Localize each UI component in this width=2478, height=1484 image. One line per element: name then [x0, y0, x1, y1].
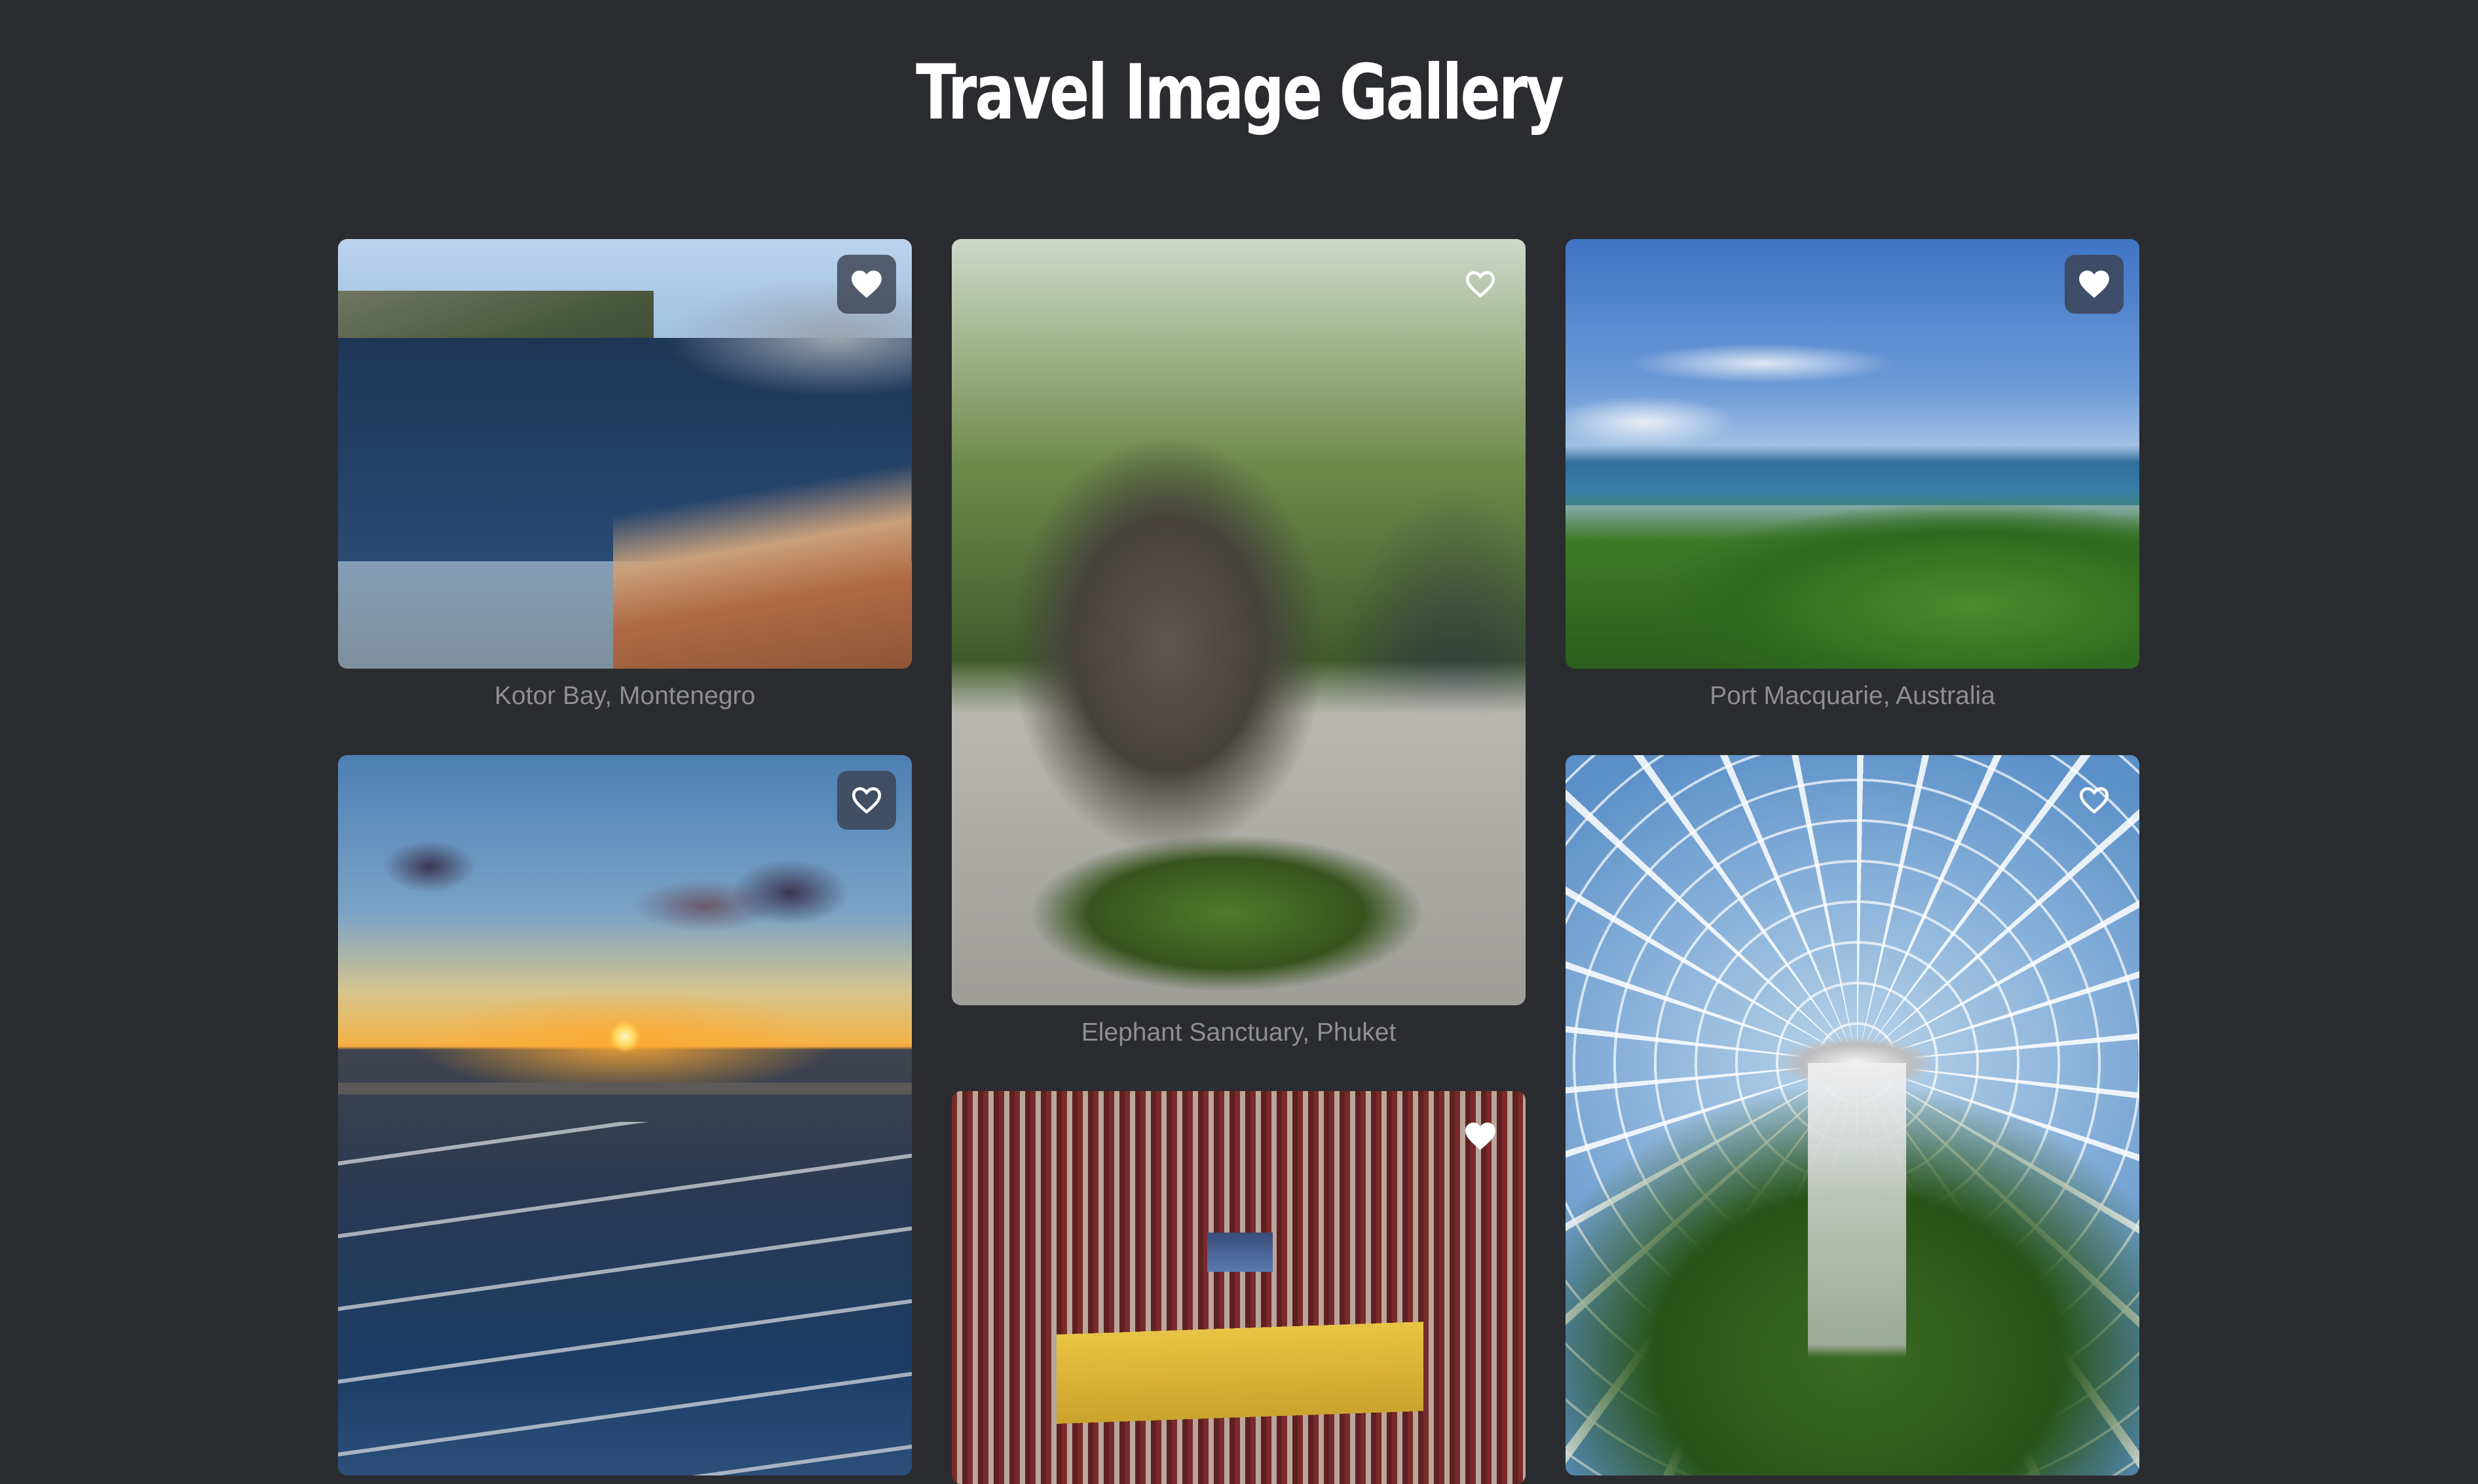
favorite-button[interactable] — [1451, 255, 1510, 314]
heart-outline-icon — [1465, 270, 1495, 297]
gallery-card-arena[interactable] — [952, 1091, 1526, 1484]
gallery-card-waterfall[interactable] — [1566, 755, 2139, 1475]
heart-filled-icon — [1465, 1122, 1495, 1150]
gallery-photo[interactable] — [952, 1091, 1526, 1484]
gallery-card-elephant[interactable]: Elephant Sanctuary, Phuket — [952, 239, 1526, 1048]
heart-filled-icon — [852, 270, 882, 298]
photo-caption: Port Macquarie, Australia — [1710, 682, 1995, 710]
favorite-button[interactable] — [2065, 255, 2124, 314]
heart-outline-icon — [852, 787, 882, 813]
heart-filled-icon — [2079, 270, 2109, 298]
favorite-button[interactable] — [1451, 1107, 1510, 1166]
favorite-button[interactable] — [837, 771, 896, 830]
gallery-photo[interactable] — [1566, 239, 2139, 669]
gallery-card-sunset[interactable] — [338, 755, 912, 1475]
photo-caption: Kotor Bay, Montenegro — [494, 682, 756, 710]
favorite-button[interactable] — [837, 255, 896, 314]
gallery-photo[interactable] — [338, 239, 912, 669]
favorite-button[interactable] — [2065, 771, 2124, 830]
gallery-photo[interactable] — [338, 755, 912, 1475]
page-title: Travel Image Gallery — [916, 48, 1564, 137]
gallery-photo[interactable] — [1566, 755, 2139, 1475]
gallery-photo[interactable] — [952, 239, 1526, 1005]
gallery-card-kotor[interactable]: Kotor Bay, Montenegro — [338, 239, 912, 712]
heart-outline-icon — [2079, 787, 2109, 813]
photo-caption: Elephant Sanctuary, Phuket — [1081, 1018, 1397, 1047]
gallery-card-port-macquarie[interactable]: Port Macquarie, Australia — [1566, 239, 2139, 712]
